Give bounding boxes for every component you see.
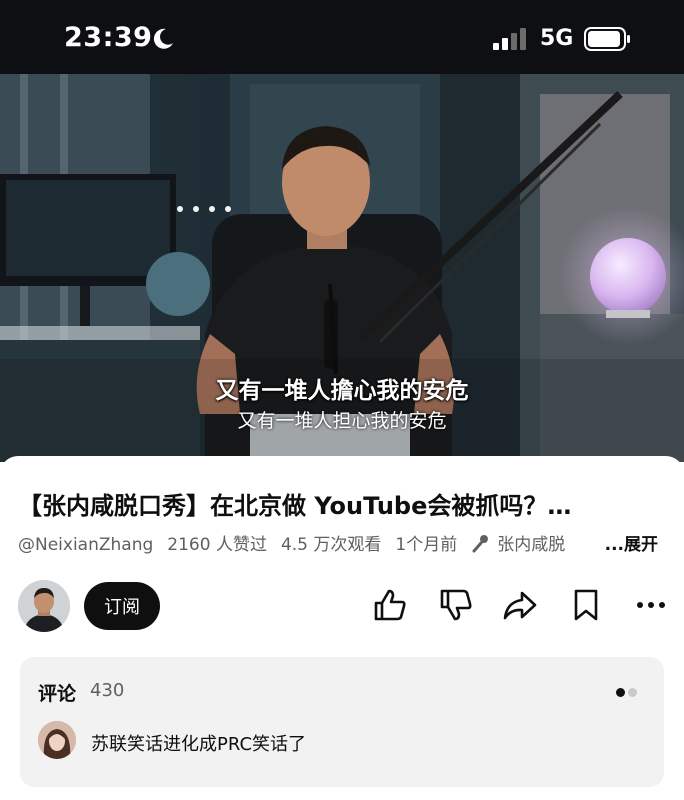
playlist-name[interactable]: 张内咸脱 [497,535,565,555]
commenter-avatar[interactable] [38,721,76,759]
expand-description-button[interactable]: ...展开 [605,530,658,555]
page-dot [628,688,637,697]
channel-avatar[interactable] [18,580,70,632]
thumbs-down-icon[interactable] [438,587,474,623]
thumbs-up-icon[interactable] [372,587,408,623]
page-dot-active [616,688,625,697]
status-bar: 23:39 5G [0,0,684,80]
microphone-icon [472,535,489,553]
commenter-avatar-image [38,721,76,759]
video-title[interactable]: 【张内咸脱口秀】在北京做 YouTube会被抓吗？… [18,486,668,521]
comments-heading: 评论 [38,683,77,705]
pagination-dots [616,682,640,701]
video-info-panel: 【张内咸脱口秀】在北京做 YouTube会被抓吗？… @NeixianZhang… [0,456,684,800]
top-comment-text: 苏联笑话进化成PRC笑话了 [91,734,307,755]
like-count: 2160 人赞过 [167,535,267,555]
share-icon[interactable] [502,587,538,623]
signal-strength-icon [493,28,526,50]
comments-section[interactable]: 评论 430 苏联笑话进化成PRC笑话了 [20,657,664,787]
moon-icon [153,28,173,49]
channel-handle[interactable]: @NeixianZhang [18,535,153,555]
more-icon[interactable] [634,587,670,623]
publish-date: 1个月前 [395,535,458,555]
bookmark-icon[interactable] [568,587,604,623]
video-metadata[interactable]: @NeixianZhang 2160 人赞过 4.5 万次观看 1个月前 张内咸脱 ..… [18,530,668,558]
video-player[interactable]: 又有一堆人擔心我的安危 又有一堆人担心我的安危 [0,74,684,462]
clock: 23:39 [64,22,153,53]
channel-avatar-image [18,580,70,632]
subtitle-secondary: 又有一堆人担心我的安危 [237,410,447,432]
view-count: 4.5 万次观看 [280,535,382,555]
comments-count: 430 [90,680,125,701]
subtitle-primary: 又有一堆人擔心我的安危 [215,378,469,404]
subscribe-button[interactable]: 订阅 [84,582,160,630]
network-type: 5G [540,26,574,51]
battery-icon [584,27,630,51]
